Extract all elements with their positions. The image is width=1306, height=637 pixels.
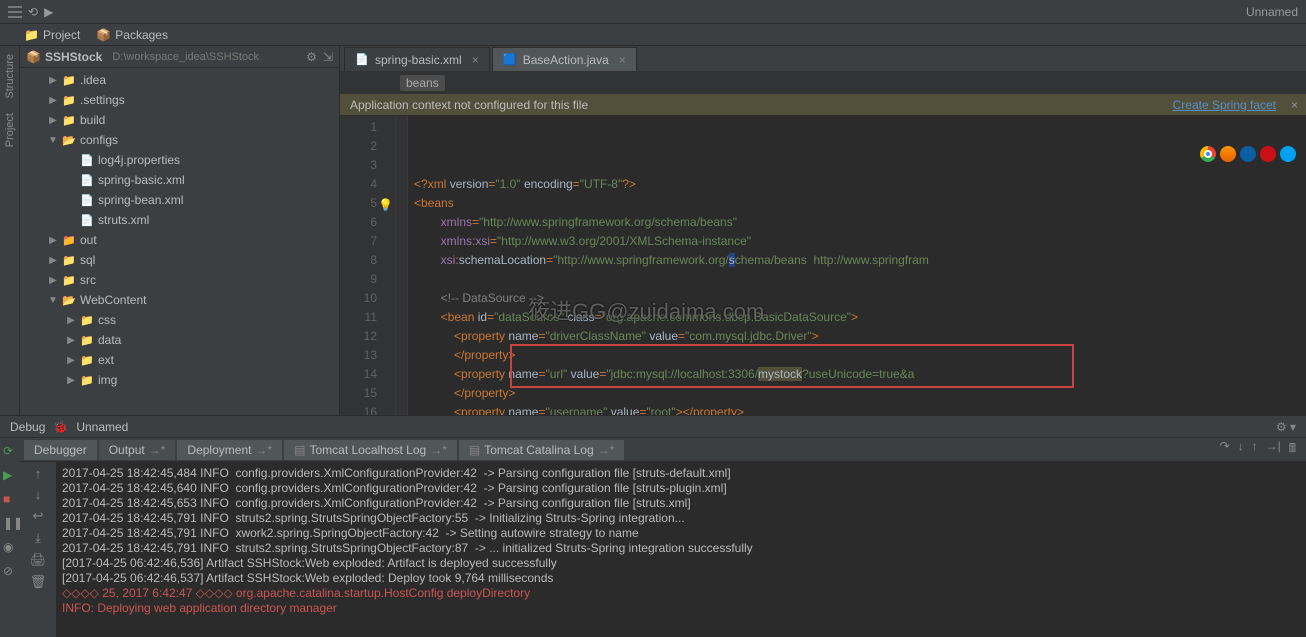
collapse-icon[interactable]: ⇲: [323, 50, 333, 64]
safari-icon[interactable]: [1240, 146, 1256, 162]
mute-bp-icon[interactable]: ⊘: [3, 564, 17, 578]
pause-icon[interactable]: ❚❚: [3, 516, 17, 530]
tree-item[interactable]: 📄struts.xml: [20, 210, 339, 230]
tree-item[interactable]: ▶📁ext: [20, 350, 339, 370]
scroll-end-icon[interactable]: ⤓: [28, 530, 48, 546]
project-path: D:\workspace_idea\SSHStock: [112, 51, 259, 63]
tw-packages-label: Packages: [115, 28, 168, 42]
console-tab[interactable]: ▤Tomcat Localhost Log →*: [284, 440, 457, 460]
soft-wrap-icon[interactable]: ↩: [28, 508, 48, 524]
ie-icon[interactable]: [1280, 146, 1296, 162]
resume-icon[interactable]: ▶: [3, 468, 17, 482]
tw-project[interactable]: 📁 Project: [24, 28, 80, 42]
code-area[interactable]: 12345💡678910111213141516 <?xml version="…: [340, 116, 1306, 415]
firefox-icon[interactable]: [1220, 146, 1236, 162]
tree-item[interactable]: ▶📁out: [20, 230, 339, 250]
editor-tabs: 📄spring-basic.xml×🟦BaseAction.java×: [340, 46, 1306, 72]
scroll-up-icon[interactable]: ↑: [28, 466, 48, 481]
breadcrumb-item[interactable]: beans: [400, 75, 445, 91]
rerun-icon[interactable]: ⟳: [3, 444, 17, 458]
stop-icon[interactable]: ■: [3, 492, 17, 506]
bug-icon: 🐞: [53, 420, 68, 434]
close-icon[interactable]: ×: [619, 53, 626, 67]
structure-tab[interactable]: Structure: [4, 54, 16, 99]
tool-windows-row: 📁 Project 📦 Packages: [0, 24, 1306, 46]
view-bp-icon[interactable]: ◉: [3, 540, 17, 554]
run-controls: ⟳ ▶ ■ ❚❚ ◉ ⊘: [0, 438, 20, 637]
run-config-label[interactable]: Unnamed: [1246, 5, 1298, 19]
tw-project-label: Project: [43, 28, 80, 42]
tree-item[interactable]: ▶📁.idea: [20, 70, 339, 90]
chrome-icon[interactable]: [1200, 146, 1216, 162]
console-tab[interactable]: Debugger: [24, 440, 97, 460]
close-icon[interactable]: ×: [472, 53, 479, 67]
tree-item[interactable]: ▶📁data: [20, 330, 339, 350]
toolbar-button[interactable]: ▶: [44, 5, 53, 19]
opera-icon[interactable]: [1260, 146, 1276, 162]
console-tab[interactable]: Deployment →*: [177, 440, 282, 460]
create-facet-link[interactable]: Create Spring facet: [1173, 98, 1276, 112]
tree-item[interactable]: ▶📁build: [20, 110, 339, 130]
console-side-tools: ↑ ↓ ↩ ⤓ 🖨 🗑: [20, 462, 56, 637]
project-root[interactable]: 📦 SSHStock: [26, 50, 102, 64]
breadcrumbs: beans: [340, 72, 1306, 94]
clear-icon[interactable]: 🗑: [28, 574, 48, 590]
debug-label: Debug: [10, 420, 45, 434]
browser-icons: [1200, 146, 1296, 162]
project-panel: 📦 SSHStock D:\workspace_idea\SSHStock ⚙ …: [20, 46, 340, 415]
tree-item[interactable]: ▶📁sql: [20, 250, 339, 270]
left-gutter: Structure Project: [0, 46, 20, 415]
console-tab[interactable]: Output →*: [99, 440, 176, 460]
debug-bar: Debug 🐞 Unnamed ⚙ ▾: [0, 415, 1306, 437]
tree-item[interactable]: 📄spring-bean.xml: [20, 190, 339, 210]
context-banner: Application context not configured for t…: [340, 94, 1306, 116]
tree-item[interactable]: ▶📁.settings: [20, 90, 339, 110]
console-tabs: DebuggerOutput →*Deployment →*▤Tomcat Lo…: [20, 438, 1306, 462]
tree-item[interactable]: 📄spring-basic.xml: [20, 170, 339, 190]
project-name: SSHStock: [45, 50, 102, 64]
gear-icon[interactable]: ⚙ ▾: [1276, 420, 1296, 434]
editor-tab[interactable]: 📄spring-basic.xml×: [344, 47, 490, 71]
tree-item[interactable]: 📄log4j.properties: [20, 150, 339, 170]
console-output[interactable]: 2017-04-25 18:42:45,484 INFO config.prov…: [56, 462, 1306, 637]
close-icon[interactable]: ×: [1291, 98, 1298, 112]
main-toolbar: ⟲ ▶ Unnamed: [0, 0, 1306, 24]
console-toolbar: ↷ ↓ ↑ →| 🖩: [1220, 439, 1306, 460]
tree-item[interactable]: ▶📁src: [20, 270, 339, 290]
menu-icon[interactable]: [8, 6, 22, 18]
scroll-down-icon[interactable]: ↓: [28, 487, 48, 502]
tree-item[interactable]: ▼📂configs: [20, 130, 339, 150]
line-gutter: 12345💡678910111213141516: [340, 116, 396, 415]
project-tab[interactable]: Project: [4, 113, 16, 147]
code-editor[interactable]: <?xml version="1.0" encoding="UTF-8"?><b…: [408, 116, 1306, 415]
project-tree[interactable]: ▶📁.idea▶📁.settings▶📁build▼📂configs📄log4j…: [20, 68, 339, 415]
tw-packages[interactable]: 📦 Packages: [96, 28, 168, 42]
step-into-icon[interactable]: ↓: [1238, 439, 1244, 460]
fold-column[interactable]: [396, 116, 408, 415]
toolbar-button[interactable]: ⟲: [28, 5, 38, 19]
gear-icon[interactable]: ⚙: [306, 50, 317, 64]
debug-config: Unnamed: [76, 420, 128, 434]
print-icon[interactable]: 🖨: [28, 552, 48, 568]
step-over-icon[interactable]: ↷: [1220, 439, 1230, 460]
debug-tool-window: ⟳ ▶ ■ ❚❚ ◉ ⊘ DebuggerOutput →*Deployment…: [0, 437, 1306, 637]
console-tab[interactable]: ▤Tomcat Catalina Log →*: [459, 440, 624, 460]
evaluate-icon[interactable]: 🖩: [1289, 439, 1296, 460]
tree-item[interactable]: ▼📂WebContent: [20, 290, 339, 310]
step-out-icon[interactable]: ↑: [1252, 439, 1258, 460]
editor-tab[interactable]: 🟦BaseAction.java×: [492, 47, 637, 71]
tree-item[interactable]: ▶📁img: [20, 370, 339, 390]
run-to-cursor-icon[interactable]: →|: [1266, 439, 1281, 460]
tree-item[interactable]: ▶📁css: [20, 310, 339, 330]
project-header: 📦 SSHStock D:\workspace_idea\SSHStock ⚙ …: [20, 46, 339, 68]
banner-msg: Application context not configured for t…: [350, 98, 588, 112]
editor-area: 📄spring-basic.xml×🟦BaseAction.java× bean…: [340, 46, 1306, 415]
